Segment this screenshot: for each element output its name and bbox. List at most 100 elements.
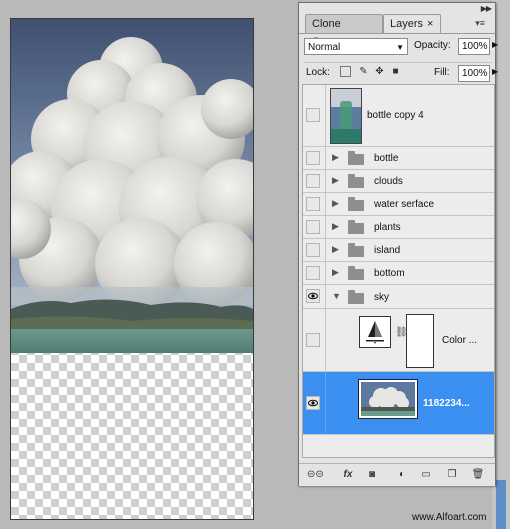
lock-label: Lock: <box>306 67 330 78</box>
layer-name: Color ... <box>442 335 478 346</box>
panel-menu-icon[interactable]: ▾≡ <box>475 18 485 29</box>
visibility-toggle[interactable] <box>306 333 320 347</box>
collapse-panel-icon[interactable]: ▶▶ <box>481 4 492 13</box>
opacity-label: Opacity: <box>414 40 451 51</box>
opacity-input[interactable]: 100% <box>458 38 490 55</box>
row-divider <box>325 309 326 371</box>
eye-icon <box>308 292 318 300</box>
layer-thumbnail <box>358 379 418 419</box>
layer-name: bottle <box>374 153 399 164</box>
fill-label: Fill: <box>434 67 450 78</box>
expand-arrow-icon[interactable]: ▶ <box>332 267 339 278</box>
opacity-value: 100% <box>462 41 488 52</box>
visibility-toggle[interactable] <box>306 151 320 165</box>
folder-icon <box>348 151 364 165</box>
blend-mode-select[interactable]: Normal ▼ <box>304 38 408 55</box>
layer-name: water serface <box>374 199 435 210</box>
expand-arrow-icon[interactable]: ▶ <box>332 175 339 186</box>
trash-icon[interactable]: 🗑 <box>471 469 485 481</box>
close-tab-icon[interactable]: × <box>427 18 433 30</box>
mask-icon[interactable]: ◙ <box>365 469 379 481</box>
visibility-toggle[interactable] <box>306 220 320 234</box>
dropdown-arrow-icon: ▼ <box>396 43 404 52</box>
color-balance-icon <box>366 321 384 344</box>
tab-layers[interactable]: Layers × <box>383 14 441 34</box>
layer-name: plants <box>374 222 401 233</box>
visibility-toggle[interactable] <box>306 197 320 211</box>
layer-name: bottle copy 4 <box>367 110 424 121</box>
layer-row-selected[interactable]: 1182234... <box>303 372 494 435</box>
layer-thumbnail <box>330 88 362 144</box>
layers-panel: ▶▶ Clone Source Layers× ▾≡ Normal ▼ Opac… <box>298 2 498 486</box>
adjustment-thumbnail <box>359 316 391 348</box>
folder-icon <box>348 197 364 211</box>
folder-icon <box>348 266 364 280</box>
visibility-toggle[interactable] <box>306 243 320 257</box>
blend-mode-value: Normal <box>308 42 341 53</box>
row-divider <box>325 193 326 215</box>
row-divider <box>325 372 326 434</box>
document-canvas[interactable] <box>10 18 254 520</box>
lock-all-icon[interactable]: ■ <box>390 66 401 77</box>
visibility-toggle[interactable] <box>306 396 320 410</box>
lock-row: Lock: ✎ ✥ ■ Fill: 100% ▶ <box>304 62 498 83</box>
fill-arrow-icon[interactable]: ▶ <box>492 67 498 76</box>
visibility-toggle[interactable] <box>306 289 320 303</box>
layer-name: island <box>374 245 401 256</box>
fill-input[interactable]: 100% <box>458 65 490 82</box>
layers-list: bottle copy 4 ▶ bottle ▶ clouds ▶ water … <box>302 84 495 458</box>
layer-name: clouds <box>374 176 403 187</box>
lock-move-icon[interactable]: ✥ <box>374 66 385 77</box>
row-divider <box>325 216 326 238</box>
opacity-arrow-icon[interactable]: ▶ <box>492 40 498 49</box>
expand-arrow-icon[interactable]: ▶ <box>332 221 339 232</box>
new-layer-icon[interactable]: ❐ <box>445 469 459 481</box>
layer-name: 1182234... <box>423 398 470 409</box>
tab-divider <box>299 33 495 34</box>
expand-arrow-icon[interactable]: ▶ <box>332 198 339 209</box>
layer-group-row[interactable]: ▶ water serface <box>303 193 494 216</box>
row-divider <box>325 147 326 169</box>
canvas-photo-layer <box>11 19 253 353</box>
expand-arrow-icon[interactable]: ▶ <box>332 244 339 255</box>
layer-group-row[interactable]: ▶ island <box>303 239 494 262</box>
row-divider <box>325 239 326 261</box>
layer-name: sky <box>374 292 389 303</box>
row-divider <box>325 285 326 308</box>
fill-value: 100% <box>462 68 488 79</box>
blend-row: Normal ▼ Opacity: 100% ▶ <box>304 38 498 56</box>
taskbar-edge <box>496 480 506 529</box>
folder-icon <box>348 243 364 257</box>
layer-row[interactable]: bottle copy 4 <box>303 85 494 147</box>
layer-group-row[interactable]: ▶ plants <box>303 216 494 239</box>
link-icon[interactable]: ⊝⊝ <box>307 469 324 481</box>
adjustment-icon[interactable]: ◐ <box>395 469 409 481</box>
adjustment-layer-row[interactable]: ⛓ Color ... <box>303 309 494 372</box>
expand-arrow-icon[interactable]: ▶ <box>332 152 339 163</box>
layer-group-row[interactable]: ▶ clouds <box>303 170 494 193</box>
row-divider <box>325 262 326 284</box>
visibility-toggle[interactable] <box>306 174 320 188</box>
tab-clone-source[interactable]: Clone Source <box>305 14 383 48</box>
row-divider <box>325 85 326 146</box>
layer-name: bottom <box>374 268 405 279</box>
visibility-toggle[interactable] <box>306 108 320 122</box>
collapse-arrow-icon[interactable]: ▼ <box>332 291 341 301</box>
panel-bottom-toolbar: ⊝⊝ fx ◙ ◐ ▭ ❐ 🗑 <box>299 463 495 486</box>
layer-group-row-sky[interactable]: ▼ sky <box>303 285 494 309</box>
folder-icon <box>348 220 364 234</box>
watermark-text: www.Alfoart.com <box>412 512 487 523</box>
lock-transparent-icon[interactable] <box>340 66 351 77</box>
tab-label: Layers <box>390 18 424 30</box>
layer-mask-thumbnail[interactable] <box>406 314 434 368</box>
fx-icon[interactable]: fx <box>339 469 357 481</box>
row-divider <box>325 170 326 192</box>
lock-brush-icon[interactable]: ✎ <box>358 66 369 77</box>
folder-icon <box>348 174 364 188</box>
folder-icon <box>348 290 364 304</box>
folder-icon[interactable]: ▭ <box>419 469 433 481</box>
panel-tabs: Clone Source Layers× ▾≡ <box>305 14 491 48</box>
layer-group-row[interactable]: ▶ bottom <box>303 262 494 285</box>
layer-group-row[interactable]: ▶ bottle <box>303 147 494 170</box>
visibility-toggle[interactable] <box>306 266 320 280</box>
